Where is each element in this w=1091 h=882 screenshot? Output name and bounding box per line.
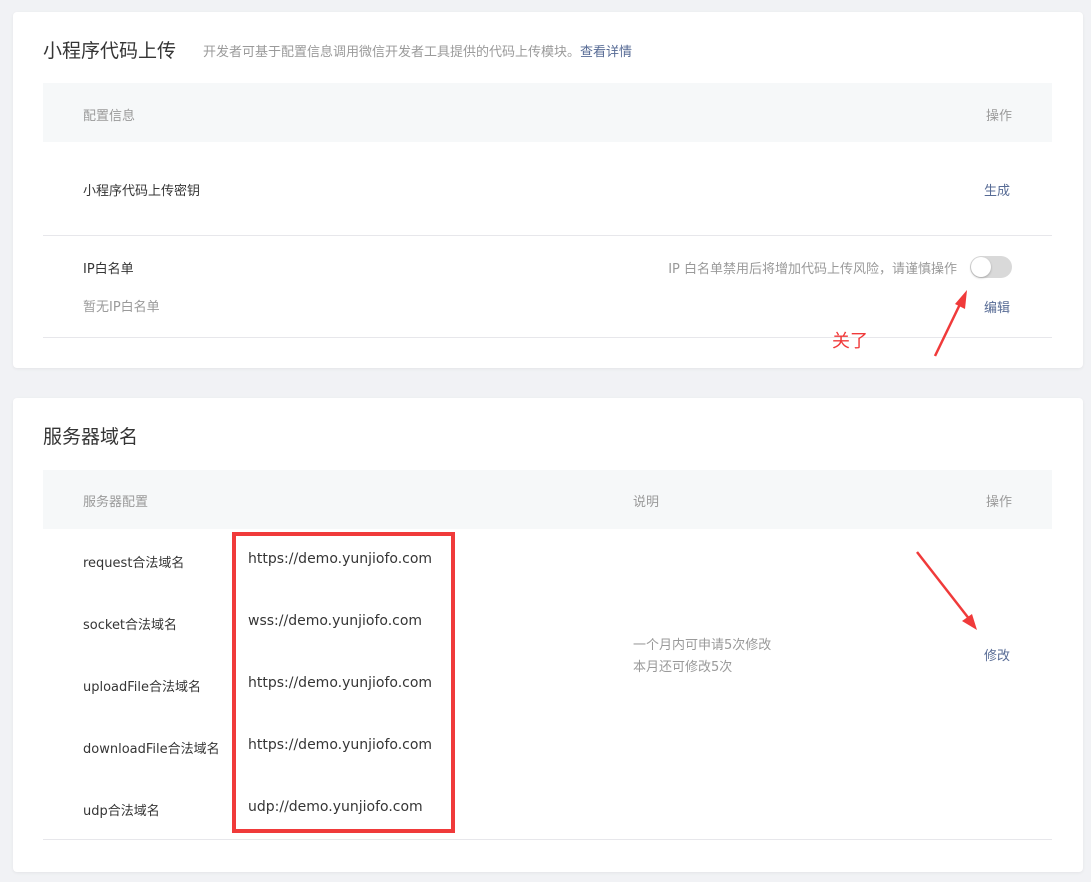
annotation-arrows — [916, 290, 977, 630]
arrow-up-icon — [933, 290, 967, 357]
arrow-down-icon — [916, 551, 977, 630]
